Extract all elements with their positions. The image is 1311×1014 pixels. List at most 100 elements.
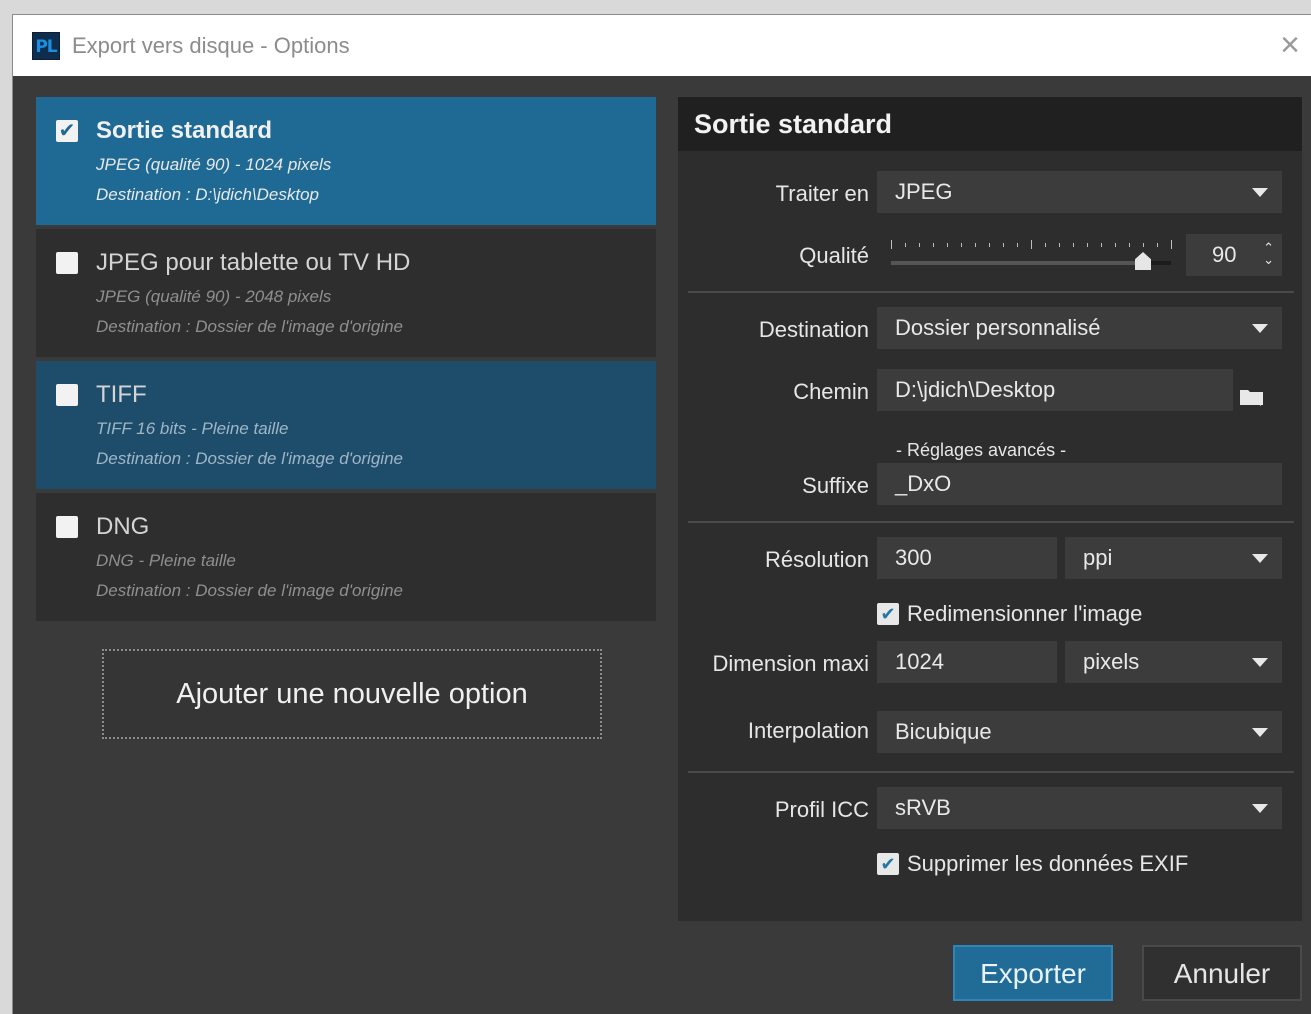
slider-tick [1017,243,1018,247]
slider-tick [1073,243,1074,247]
divider [688,291,1294,293]
chevron-down-icon [1252,324,1268,333]
preset-name: DNG [96,513,150,540]
add-option-button[interactable]: Ajouter une nouvelle option [102,649,602,739]
destination-label: Destination [758,317,869,342]
format-dropdown[interactable]: JPEG [877,171,1282,213]
slider-tick [1031,240,1032,249]
exif-checkbox-row[interactable]: ✔ Supprimer les données EXIF [877,851,1188,877]
preset-name: JPEG pour tablette ou TV HD [96,249,411,276]
max-dimension-unit-value: pixels [1083,649,1140,674]
resolution-value: 300 [895,545,932,570]
resize-checkbox[interactable]: ✔ [877,603,899,625]
slider-tick [1045,243,1046,247]
max-dimension-unit-dropdown[interactable]: pixels [1065,641,1282,683]
divider [688,521,1294,523]
preset-format: TIFF 16 bits - Pleine taille [96,419,289,438]
quality-label: Qualité [799,243,869,268]
interpolation-dropdown[interactable]: Bicubique [877,711,1282,753]
chevron-down-icon [1252,188,1268,197]
export-button[interactable]: Exporter [953,945,1113,1001]
preset-destination: Destination : Dossier de l'image d'origi… [96,581,403,600]
slider-tick [1129,243,1130,247]
chevron-down-icon [1252,554,1268,563]
preset-checkbox[interactable] [56,384,78,406]
slider-tick [1157,243,1158,247]
slider-tick [961,243,962,247]
slider-tick [905,243,906,247]
preset-checkbox[interactable] [56,516,78,538]
preset-format: JPEG (qualité 90) - 1024 pixels [96,155,332,174]
close-button[interactable]: × [1273,28,1307,63]
slider-tick [933,243,934,247]
slider-tick [919,243,920,247]
cancel-button[interactable]: Annuler [1142,945,1302,1001]
chevron-down-icon [1252,804,1268,813]
max-dimension-label: Dimension maxi [712,651,870,676]
destination-value: Dossier personnalisé [895,315,1101,340]
chevron-down-icon [1252,658,1268,667]
format-label: Traiter en [775,181,869,206]
options-panel: Sortie standard Traiter en JPEG Qualité … [678,97,1302,921]
preset-item-tablet[interactable]: JPEG pour tablette ou TV HD JPEG (qualit… [36,229,656,357]
exif-checkbox[interactable]: ✔ [877,853,899,875]
preset-item-standard[interactable]: ✔ Sortie standard JPEG (qualité 90) - 10… [36,97,656,225]
path-label: Chemin [793,379,869,404]
chevron-down-icon [1252,728,1268,737]
preset-format: JPEG (qualité 90) - 2048 pixels [96,287,332,306]
slider-tick [947,243,948,247]
preset-destination: Destination : D:\jdich\Desktop [96,185,319,204]
export-dialog: PL Export vers disque - Options × ✔ Sort… [12,14,1311,1014]
suffix-field[interactable]: _DxO [877,463,1282,505]
preset-item-tiff[interactable]: TIFF TIFF 16 bits - Pleine taille Destin… [36,361,656,489]
divider [688,771,1294,773]
slider-tick [1101,243,1102,247]
quality-slider[interactable] [891,261,1171,265]
panel-title: Sortie standard [678,97,1302,151]
icc-profile-value: sRVB [895,795,951,820]
resize-checkbox-row[interactable]: ✔ Redimensionner l'image [877,601,1142,627]
resolution-unit-value: ppi [1083,545,1113,570]
max-dimension-field[interactable]: 1024 [877,641,1057,683]
suffix-label: Suffixe [802,473,869,498]
preset-destination: Destination : Dossier de l'image d'origi… [96,449,403,468]
preset-checkbox[interactable]: ✔ [56,120,78,142]
slider-tick [1115,243,1116,247]
path-field[interactable]: D:\jdich\Desktop [877,369,1233,411]
advanced-settings-link[interactable]: - Réglages avancés - [896,440,1066,461]
app-logo-icon: PL [32,32,60,60]
path-value: D:\jdich\Desktop [895,377,1056,402]
icc-profile-label: Profil ICC [774,797,869,822]
folder-icon[interactable] [1239,387,1265,407]
quality-value: 90 [1212,242,1237,267]
slider-tick [989,243,990,247]
interpolation-label: Interpolation [747,718,869,743]
interpolation-value: Bicubique [895,719,992,744]
icc-profile-dropdown[interactable]: sRVB [877,787,1282,829]
preset-item-dng[interactable]: DNG DNG - Pleine taille Destination : Do… [36,493,656,621]
preset-destination: Destination : Dossier de l'image d'origi… [96,317,403,336]
resize-label: Redimensionner l'image [907,601,1143,626]
preset-checkbox[interactable] [56,252,78,274]
format-value: JPEG [895,179,953,204]
window-title: Export vers disque - Options [72,33,350,58]
destination-dropdown[interactable]: Dossier personnalisé [877,307,1282,349]
max-dimension-value: 1024 [895,649,944,674]
quality-slider-fill [891,261,1143,265]
slider-tick [1087,243,1088,247]
quality-slider-handle[interactable] [1135,252,1151,270]
slider-tick [1003,243,1004,247]
quality-spinbox[interactable]: 90 ⌃ ⌄ [1186,234,1282,276]
preset-format: DNG - Pleine taille [96,551,236,570]
exif-label: Supprimer les données EXIF [907,851,1189,876]
title-bar: PL Export vers disque - Options × [13,15,1311,76]
resolution-label: Résolution [765,547,869,572]
resolution-unit-dropdown[interactable]: ppi [1065,537,1282,579]
slider-tick [1171,240,1172,249]
spin-arrows-icon[interactable]: ⌃ ⌄ [1263,241,1274,266]
preset-name: TIFF [96,381,147,408]
resolution-field[interactable]: 300 [877,537,1057,579]
preset-name: Sortie standard [96,117,273,144]
slider-tick [1059,243,1060,247]
suffix-value: _DxO [895,471,952,496]
